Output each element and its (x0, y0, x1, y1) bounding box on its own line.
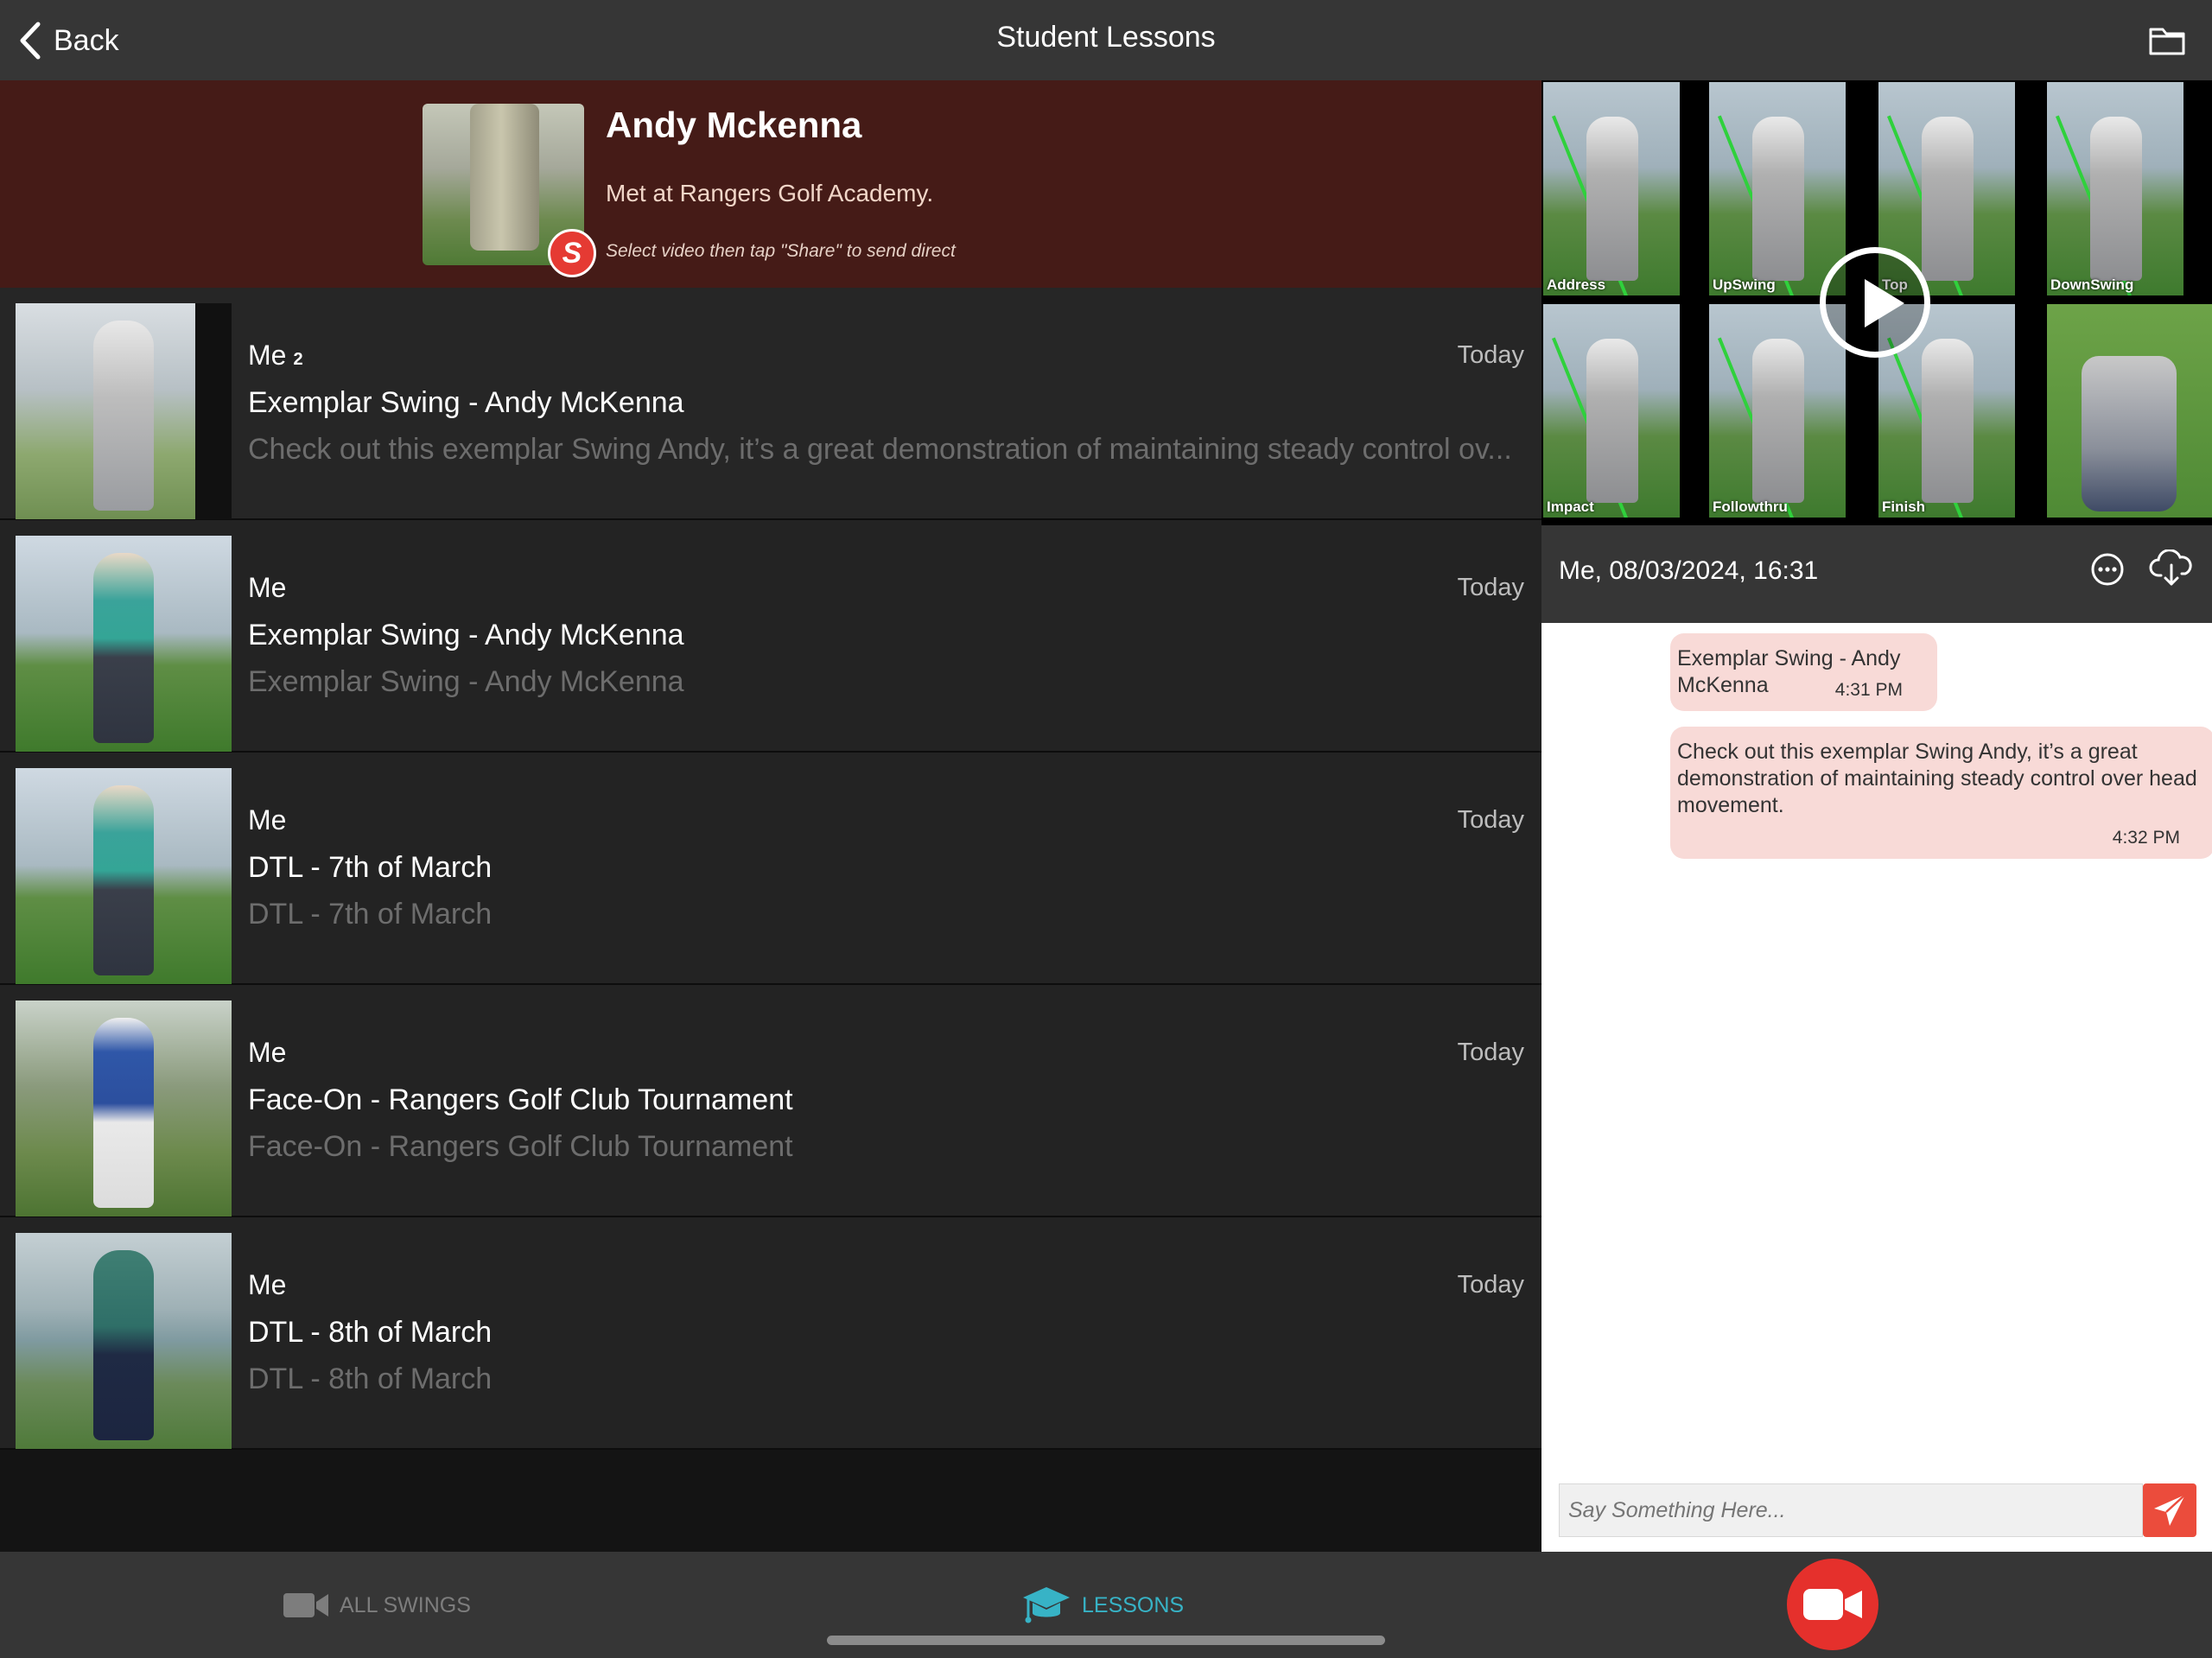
graduation-cap-icon (1023, 1587, 1070, 1623)
lesson-list: Me 2 Today Exemplar Swing - Andy McKenna … (0, 288, 1541, 1450)
lesson-row[interactable]: Me Today DTL - 7th of March DTL - 7th of… (0, 753, 1541, 985)
share-hint: Select video then tap "Share" to send di… (606, 241, 956, 261)
lesson-title: Exemplar Swing - Andy McKenna (248, 619, 684, 651)
lesson-author: Me (248, 1037, 287, 1068)
message-composer (1559, 1483, 2196, 1537)
lessons-panel: S Andy Mckenna Met at Rangers Golf Acade… (0, 80, 1541, 1552)
lesson-date: Today (1457, 574, 1524, 601)
lesson-title: DTL - 7th of March (248, 851, 493, 884)
student-header: S Andy Mckenna Met at Rangers Golf Acade… (0, 80, 1541, 288)
lesson-title: DTL - 8th of March (248, 1316, 493, 1349)
lesson-title: Exemplar Swing - Andy McKenna (248, 386, 684, 419)
app-badge-icon: S (548, 229, 596, 277)
message-input[interactable] (1559, 1483, 2143, 1537)
swing-frame: Impact (1543, 304, 1680, 518)
golf-bag-frame (2047, 304, 2212, 518)
top-nav-bar: Back Student Lessons (0, 0, 2212, 80)
send-button[interactable] (2143, 1483, 2196, 1537)
lesson-date: Today (1457, 1039, 1524, 1066)
video-camera-icon (283, 1593, 328, 1617)
frame-label: UpSwing (1713, 276, 1776, 293)
swing-frame: UpSwing (1709, 82, 1846, 295)
lesson-author: Me (248, 1269, 287, 1300)
lesson-thumbnail (16, 768, 232, 984)
page-title: Student Lessons (996, 21, 1216, 54)
lesson-author: Me (248, 572, 287, 603)
lesson-row[interactable]: Me Today Face-On - Rangers Golf Club Tou… (0, 985, 1541, 1217)
lesson-description: Face-On - Rangers Golf Club Tournament (248, 1130, 793, 1163)
frame-label: DownSwing (2050, 276, 2134, 293)
lesson-description: Check out this exemplar Swing Andy, it’s… (248, 433, 1512, 466)
play-icon[interactable] (1820, 247, 1930, 358)
lesson-thumbnail (16, 536, 232, 752)
message-text: Check out this exemplar Swing Andy, it’s… (1677, 740, 2197, 817)
lesson-row[interactable]: Me Today Exemplar Swing - Andy McKenna E… (0, 520, 1541, 753)
video-record-icon (1803, 1589, 1862, 1620)
cloud-download-icon[interactable] (2149, 549, 2194, 588)
lesson-info-bar: Me, 08/03/2024, 16:31 (1541, 525, 2212, 623)
message-count: 2 (293, 350, 303, 369)
tab-label: ALL SWINGS (340, 1592, 471, 1617)
home-indicator (827, 1636, 1385, 1645)
lesson-thumbnail (16, 303, 232, 519)
chat-message: Check out this exemplar Swing Andy, it’s… (1670, 727, 2212, 859)
lesson-date: Today (1457, 341, 1524, 369)
bottom-tab-bar: ALL SWINGS LESSONS (0, 1552, 2212, 1658)
student-name: Andy Mckenna (606, 105, 862, 145)
swing-frame: Address (1543, 82, 1680, 295)
lesson-detail-panel: Address UpSwing Top DownSwing Impact Fol… (1541, 80, 2212, 1552)
chat-message: Exemplar Swing - Andy McKenna 4:31 PM (1670, 633, 1937, 711)
lesson-description: Exemplar Swing - Andy McKenna (248, 665, 684, 698)
tab-all-swings[interactable]: ALL SWINGS (283, 1586, 471, 1624)
lesson-date: Today (1457, 806, 1524, 834)
lesson-thumbnail (16, 1233, 232, 1449)
frame-label: Followthru (1713, 499, 1788, 515)
lesson-date: Today (1457, 1271, 1524, 1299)
send-icon (2154, 1494, 2186, 1526)
lesson-description: DTL - 8th of March (248, 1363, 493, 1395)
swing-frame: DownSwing (2047, 82, 2183, 295)
record-button[interactable] (1787, 1559, 1878, 1650)
swing-frame: Followthru (1709, 304, 1846, 518)
tab-label: LESSONS (1082, 1592, 1185, 1617)
lesson-thumbnail (16, 1001, 232, 1217)
lesson-title: Face-On - Rangers Golf Club Tournament (248, 1083, 793, 1116)
lesson-author: Me 2 (248, 340, 303, 371)
frame-label: Impact (1547, 499, 1594, 515)
lesson-row[interactable]: Me 2 Today Exemplar Swing - Andy McKenna … (0, 288, 1541, 520)
lesson-author: Me (248, 804, 287, 835)
lesson-timestamp: Me, 08/03/2024, 16:31 (1559, 556, 1819, 585)
more-options-icon[interactable] (2089, 551, 2126, 588)
frame-label: Address (1547, 276, 1606, 293)
lesson-description: DTL - 7th of March (248, 898, 493, 931)
folder-icon[interactable] (2148, 22, 2186, 57)
student-note: Met at Rangers Golf Academy. (606, 180, 934, 206)
message-time: 4:32 PM (2112, 828, 2180, 848)
swing-sequence-video[interactable]: Address UpSwing Top DownSwing Impact Fol… (1541, 80, 2212, 525)
message-time: 4:31 PM (1834, 680, 1903, 700)
tab-lessons[interactable]: LESSONS (1021, 1586, 1184, 1624)
chat-thread: Exemplar Swing - Andy McKenna 4:31 PM Ch… (1541, 623, 2212, 1552)
frame-label: Finish (1882, 499, 1926, 515)
lesson-row[interactable]: Me Today DTL - 8th of March DTL - 8th of… (0, 1217, 1541, 1450)
